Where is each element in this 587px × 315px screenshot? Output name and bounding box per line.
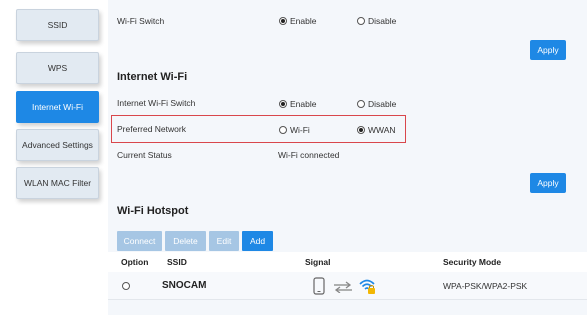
wifi-hotspot-title: Wi-Fi Hotspot xyxy=(117,205,189,217)
sidebar: SSID WPS Internet Wi-Fi Advanced Setting… xyxy=(0,0,108,315)
row-ssid: SNOCAM xyxy=(162,280,207,291)
wifi-apply-button[interactable]: Apply xyxy=(530,40,566,60)
internet-wifi-apply-button[interactable]: Apply xyxy=(530,173,566,193)
preferred-wifi-label: Wi-Fi xyxy=(290,125,310,135)
sidebar-item-wlan-mac-filter[interactable]: WLAN MAC Filter xyxy=(16,167,99,199)
preferred-wifi-option[interactable]: Wi-Fi xyxy=(279,125,310,135)
preferred-network-label: Preferred Network xyxy=(117,124,186,134)
phone-icon xyxy=(313,277,325,295)
delete-button[interactable]: Delete xyxy=(165,231,206,251)
radio-unchecked-icon[interactable] xyxy=(357,100,365,108)
sidebar-item-internet-wifi[interactable]: Internet Wi-Fi xyxy=(16,91,99,123)
wifi-switch-label: Wi-Fi Switch xyxy=(117,16,165,26)
sidebar-item-advanced-settings[interactable]: Advanced Settings xyxy=(16,129,99,161)
internet-wifi-title: Internet Wi-Fi xyxy=(117,71,188,83)
column-signal: Signal xyxy=(305,257,331,267)
hotspot-table-header: Option SSID Signal Security Mode xyxy=(108,252,587,272)
internet-wifi-switch-label: Internet Wi-Fi Switch xyxy=(117,98,196,108)
radio-unchecked-icon[interactable] xyxy=(279,126,287,134)
wifi-switch-disable-option[interactable]: Disable xyxy=(357,16,396,26)
internet-disable-label: Disable xyxy=(368,99,397,109)
radio-checked-icon[interactable] xyxy=(357,126,365,134)
internet-enable-label: Enable xyxy=(290,99,317,109)
column-ssid: SSID xyxy=(167,257,187,267)
radio-unchecked-icon[interactable] xyxy=(357,17,365,25)
edit-button[interactable]: Edit xyxy=(209,231,239,251)
current-status-label: Current Status xyxy=(117,150,172,160)
row-security-mode: WPA-PSK/WPA2-PSK xyxy=(443,281,528,291)
radio-checked-icon[interactable] xyxy=(279,17,287,25)
current-status-value: Wi-Fi connected xyxy=(278,150,340,160)
column-security-mode: Security Mode xyxy=(443,257,502,267)
preferred-wwan-label: WWAN xyxy=(368,125,396,135)
column-option: Option xyxy=(121,257,149,267)
internet-wifi-disable-option[interactable]: Disable xyxy=(357,99,396,109)
wifi-switch-enable-option[interactable]: Enable xyxy=(279,16,316,26)
wifi-enable-label: Enable xyxy=(290,16,317,26)
table-row[interactable]: SNOCAM WPA-PSK/WPA2-PSK xyxy=(108,272,587,300)
wifi-disable-label: Disable xyxy=(368,16,397,26)
sidebar-item-ssid[interactable]: SSID xyxy=(16,9,99,41)
sidebar-item-wps[interactable]: WPS xyxy=(16,52,99,84)
row-select-radio[interactable] xyxy=(122,282,130,290)
add-button[interactable]: Add xyxy=(242,231,273,251)
radio-checked-icon[interactable] xyxy=(279,100,287,108)
wifi-lock-icon xyxy=(359,279,375,294)
internet-wifi-enable-option[interactable]: Enable xyxy=(279,99,316,109)
main-panel: Wi-Fi Switch Enable Disable Apply Intern… xyxy=(108,0,587,315)
preferred-wwan-option[interactable]: WWAN xyxy=(357,125,396,135)
connect-button[interactable]: Connect xyxy=(117,231,162,251)
transfer-arrows-icon xyxy=(334,281,352,293)
